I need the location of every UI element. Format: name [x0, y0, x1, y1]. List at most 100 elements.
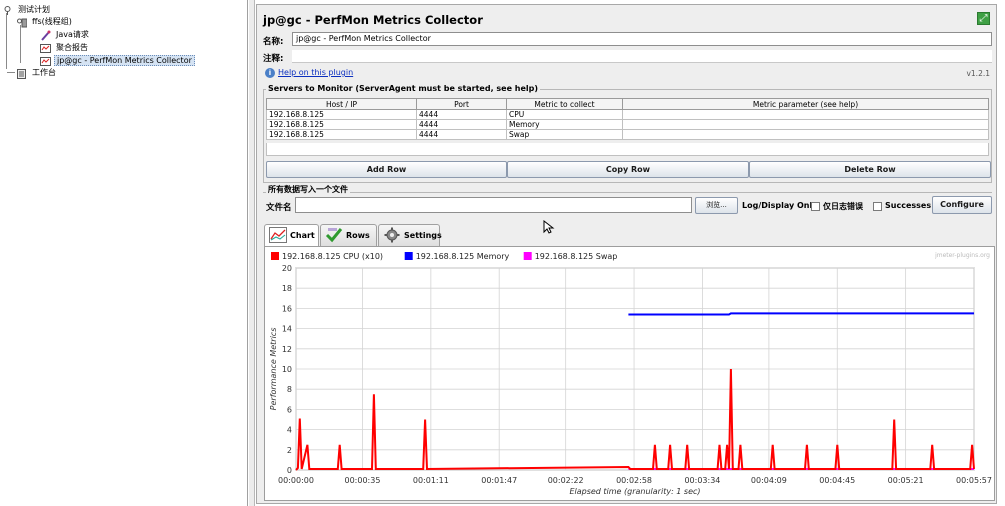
name-label: 名称:: [263, 37, 284, 47]
expand-icon[interactable]: ⤢: [977, 12, 990, 25]
tree-node-workbench[interactable]: 工作台: [16, 67, 58, 79]
legend-label: 192.168.8.125 Swap: [535, 252, 618, 261]
tree-node-thread-group[interactable]: ffs(线程组): [16, 16, 74, 28]
table-cell[interactable]: Swap: [506, 129, 623, 140]
tree-line: [20, 25, 21, 63]
x-tick-label: 00:01:47: [481, 476, 517, 485]
page-title: jp@gc - PerfMon Metrics Collector: [263, 13, 483, 27]
table-row[interactable]: 192.168.8.125 4444 CPU: [266, 109, 989, 120]
tab-label: Chart: [290, 231, 315, 240]
table-header-row: Host / IP Port Metric to collect Metric …: [266, 98, 989, 110]
name-field[interactable]: jp@gc - PerfMon Metrics Collector: [292, 32, 992, 46]
file-legend: 所有数据写入一个文件: [266, 184, 350, 195]
table-row[interactable]: 192.168.8.125 4444 Memory: [266, 119, 989, 130]
log-display-label: Log/Display Only:: [742, 201, 821, 210]
x-tick-label: 00:01:11: [413, 476, 449, 485]
y-tick-label: 8: [287, 385, 292, 394]
tab-chart[interactable]: Chart: [264, 224, 319, 247]
x-tick-label: 00:03:34: [684, 476, 720, 485]
report-icon: [40, 43, 51, 54]
tree-node-label: ffs(线程组): [32, 17, 72, 26]
watermark: jmeter-plugins.org: [934, 252, 990, 259]
y-tick-label: 4: [287, 426, 292, 435]
comment-field[interactable]: [292, 50, 992, 63]
x-tick-label: 00:00:00: [278, 476, 314, 485]
y-tick-label: 6: [287, 405, 292, 414]
tree-node-label: Java请求: [56, 30, 89, 39]
tree-node-label: 聚合报告: [56, 43, 88, 52]
add-row-button[interactable]: Add Row: [266, 161, 507, 178]
y-tick-label: 20: [282, 264, 292, 273]
y-tick-label: 18: [282, 284, 292, 293]
column-header[interactable]: Metric to collect: [506, 98, 623, 110]
x-tick-label: 00:05:21: [888, 476, 924, 485]
tree-node-label: 测试计划: [18, 5, 50, 14]
x-tick-label: 00:04:09: [751, 476, 787, 485]
x-tick-label: 00:00:35: [345, 476, 381, 485]
configure-button[interactable]: Configure: [932, 196, 992, 214]
table-cell[interactable]: [622, 129, 989, 140]
table-cell[interactable]: 4444: [416, 109, 507, 120]
tree-node-perfmon[interactable]: jp@gc - PerfMon Metrics Collector: [40, 55, 195, 67]
filename-input[interactable]: [295, 197, 692, 213]
table-cell[interactable]: [622, 109, 989, 120]
tab-rows[interactable]: Rows: [320, 224, 377, 246]
comment-label: 注释:: [263, 54, 284, 64]
chart-area[interactable]: 0 2 4 6 8 10 12 14 16 18 20 00:00:00 00:00:35 00:01:1…: [264, 246, 995, 501]
x-axis-label: Elapsed time (granularity: 1 sec): [569, 487, 700, 496]
tree-node-label: 工作台: [32, 68, 56, 77]
table-cell[interactable]: CPU: [506, 109, 623, 120]
info-icon: i: [265, 68, 275, 78]
legend-swatch: [271, 252, 279, 260]
chart-tab-icon: [269, 227, 287, 243]
x-tick-label: 00:02:22: [548, 476, 584, 485]
column-header[interactable]: Port: [416, 98, 507, 110]
mouse-cursor-icon: [543, 220, 555, 234]
y-axis-label: Performance Metrics: [269, 328, 278, 411]
successes-checkbox[interactable]: [873, 202, 882, 211]
y-tick-label: 16: [282, 304, 292, 313]
legend-label: 192.168.8.125 CPU (x10): [282, 252, 383, 261]
column-header[interactable]: Host / IP: [266, 98, 417, 110]
table-cell[interactable]: Memory: [506, 119, 623, 130]
browse-button[interactable]: 浏览...: [695, 197, 738, 214]
errors-only-checkbox[interactable]: [811, 202, 820, 211]
tree-node-java-request[interactable]: Java请求: [40, 29, 91, 41]
x-tick-label: 00:05:57: [956, 476, 992, 485]
table-cell[interactable]: 4444: [416, 129, 507, 140]
table-cell[interactable]: [622, 119, 989, 130]
perfmon-chart: 0 2 4 6 8 10 12 14 16 18 20 00:00:00 00:00:35 00:01:1…: [269, 252, 992, 496]
help-link[interactable]: Help on this plugin: [278, 68, 353, 77]
errors-only-label: 仅日志错误: [823, 202, 863, 211]
x-tick-label: 00:02:58: [616, 476, 652, 485]
series-line: [628, 312, 974, 316]
tree-node-test-plan[interactable]: 测试计划: [2, 4, 52, 16]
table-empty-area[interactable]: [266, 143, 989, 156]
copy-row-button[interactable]: Copy Row: [507, 161, 749, 178]
table-cell[interactable]: 4444: [416, 119, 507, 130]
test-plan-tree[interactable]: 测试计划 ffs(线程组) Java请求 聚合报告 jp@gc - PerfMo…: [0, 0, 248, 506]
y-tick-label: 12: [282, 345, 292, 354]
test-plan-icon: [2, 5, 13, 16]
filename-label: 文件名: [266, 203, 292, 213]
tree-node-label: jp@gc - PerfMon Metrics Collector: [54, 55, 195, 66]
tree-line: [7, 72, 15, 73]
split-pane-divider[interactable]: [249, 0, 255, 506]
servers-table[interactable]: Host / IP Port Metric to collect Metric …: [266, 98, 989, 140]
table-cell[interactable]: 192.168.8.125: [266, 109, 417, 120]
perfmon-panel: jp@gc - PerfMon Metrics Collector ⤢ 名称: …: [256, 4, 997, 504]
tree-node-aggregate-report[interactable]: 聚合报告: [40, 42, 90, 54]
table-cell[interactable]: 192.168.8.125: [266, 119, 417, 130]
thread-group-icon: [16, 17, 28, 28]
delete-row-button[interactable]: Delete Row: [749, 161, 991, 178]
report-icon: [40, 56, 51, 67]
table-cell[interactable]: 192.168.8.125: [266, 129, 417, 140]
tab-settings[interactable]: Settings: [378, 224, 442, 246]
legend-swatch: [523, 252, 532, 260]
column-header[interactable]: Metric parameter (see help): [622, 98, 989, 110]
table-row[interactable]: 192.168.8.125 4444 Swap: [266, 129, 989, 140]
help-row: i Help on this plugin v1.2.1: [263, 66, 992, 81]
servers-legend: Servers to Monitor (ServerAgent must be …: [266, 84, 541, 93]
gear-icon: [383, 227, 401, 243]
successes-label: Successes: [885, 201, 932, 210]
